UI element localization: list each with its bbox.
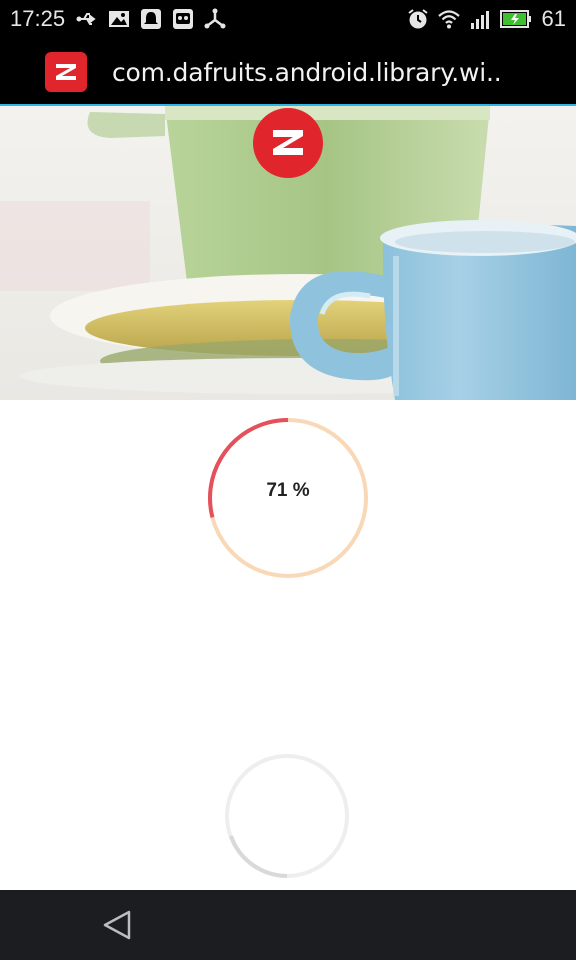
wifi-icon bbox=[438, 8, 460, 30]
battery-charging-icon bbox=[500, 8, 532, 30]
app-logo-icon bbox=[45, 52, 87, 92]
status-bar: 17:25 61 bbox=[0, 0, 576, 38]
image-icon bbox=[108, 8, 130, 30]
status-system-icons bbox=[407, 8, 532, 30]
usb-icon bbox=[76, 8, 98, 30]
floating-app-logo-icon[interactable] bbox=[253, 108, 323, 178]
alarm-clock-icon bbox=[407, 8, 429, 30]
loading-spinner bbox=[223, 752, 351, 880]
back-triangle-icon bbox=[103, 910, 131, 940]
navigation-bar bbox=[0, 890, 576, 960]
spinner-arc bbox=[229, 835, 288, 878]
status-time: 17:25 bbox=[10, 6, 66, 31]
robot-face-icon bbox=[172, 8, 194, 30]
notification-bell-icon bbox=[140, 8, 162, 30]
app-title-bar: com.dafruits.android.library.wi.. bbox=[0, 38, 576, 106]
circular-progress: 71 % bbox=[206, 416, 370, 580]
back-button[interactable] bbox=[98, 904, 140, 946]
status-notification-icons bbox=[76, 8, 226, 30]
share-network-icon bbox=[204, 8, 226, 30]
app-title: com.dafruits.android.library.wi.. bbox=[112, 58, 502, 87]
progress-percentage: 71 % bbox=[266, 480, 310, 501]
cell-signal-3g-icon bbox=[469, 8, 491, 30]
battery-percentage: 61 bbox=[541, 6, 566, 31]
